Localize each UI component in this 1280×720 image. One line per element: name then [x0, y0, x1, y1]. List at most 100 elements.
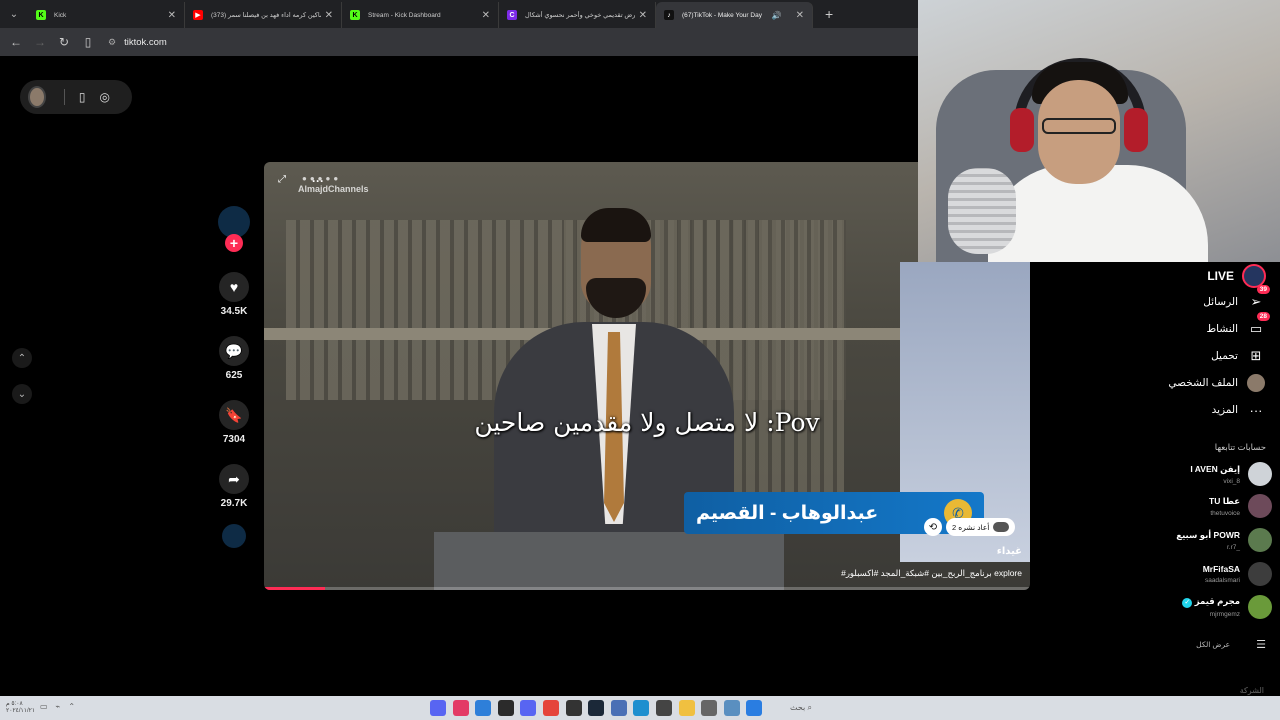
sidebar-item-profile[interactable]: الملف الشخصي: [1168, 373, 1266, 393]
video-author[interactable]: غيداء: [997, 546, 1022, 557]
video-player[interactable]: ⤢ ··· ●●●●● AlmajdChannels لا متصل ولا م…: [264, 162, 1030, 590]
canva-favicon-icon: C: [507, 10, 517, 20]
steam-icon[interactable]: [588, 700, 605, 716]
like-button[interactable]: ♥ 34.5K: [214, 272, 254, 317]
browser-tab-active[interactable]: ♪ (67)TikTok - Make Your Day 🔊 ✕: [656, 2, 813, 28]
comment-icon: 💬: [219, 336, 249, 366]
share-button[interactable]: ➦ 29.7K: [214, 464, 254, 509]
app-icon[interactable]: [430, 700, 446, 716]
followed-account[interactable]: I AVEN إيفن vixi_8: [1190, 462, 1272, 486]
taskbar-apps: [430, 700, 769, 716]
sidebar-item-upload[interactable]: تحميل ⊞: [1211, 346, 1266, 366]
forward-arrow-icon[interactable]: →: [28, 35, 52, 49]
search-icon: ⌕: [807, 703, 812, 712]
account-name: I AVEN إيفن: [1190, 463, 1240, 474]
lower-third-text: عبدالوهاب - القصيم: [696, 502, 879, 524]
app-icon[interactable]: [610, 700, 627, 716]
site-info-icon[interactable]: ⚙: [108, 37, 116, 48]
activity-label: النشاط: [1206, 323, 1238, 335]
sidebar-item-activity[interactable]: النشاط ▭ 28: [1206, 312, 1270, 339]
close-tab-icon[interactable]: ✕: [639, 10, 647, 21]
new-tab-button[interactable]: +: [825, 6, 833, 22]
close-tab-icon[interactable]: ✕: [482, 10, 490, 21]
folder-icon[interactable]: [678, 700, 695, 716]
windows-start-icon[interactable]: [746, 700, 763, 716]
video-caption-overlay: لا متصل ولا مقدمين صاحين :Pov: [474, 408, 820, 437]
close-tab-icon[interactable]: ✕: [796, 10, 804, 21]
hamburger-menu-icon[interactable]: ☰: [1256, 638, 1266, 651]
clock: ٥:٠٨ م ٢٠٢٤/١١/٢١: [6, 701, 35, 715]
side-panel-icon[interactable]: ▯: [76, 35, 100, 49]
divider: [64, 89, 65, 105]
edge-icon[interactable]: [633, 700, 650, 716]
browser-tab[interactable]: K Kick ✕: [28, 2, 185, 28]
reload-icon[interactable]: ↻: [52, 35, 76, 49]
clock-time: ٥:٠٨ م: [6, 701, 23, 707]
chevron-up-icon: ⌃: [17, 352, 27, 364]
following-section-title: حسابات تتابعها: [1214, 442, 1266, 452]
see-all-link[interactable]: عرض الكل: [1196, 640, 1230, 649]
tab-title: Kick: [54, 11, 67, 19]
sidebar-item-messages[interactable]: الرسائل ➢ 39: [1203, 285, 1270, 312]
account-avatar: [1248, 562, 1272, 586]
repost-indicator[interactable]: ⟲ 2 أعاد نشره: [924, 518, 1016, 536]
account-name: MrFifaSA: [1202, 564, 1240, 574]
app-icon[interactable]: [520, 700, 537, 716]
taskbar-search[interactable]: بحث ⌕: [790, 703, 812, 713]
app-icon[interactable]: [497, 700, 514, 716]
chevron-down-icon: ⌄: [17, 388, 27, 400]
tab-title: (67)TikTok - Make Your Day: [682, 11, 762, 19]
sidebar-item-more[interactable]: المزيد ···: [1212, 400, 1266, 420]
profile-label: الملف الشخصي: [1168, 377, 1238, 389]
podium: [434, 532, 784, 590]
followed-account[interactable]: TU عطا thetuvoice: [1209, 494, 1272, 518]
user-avatar[interactable]: [28, 86, 47, 108]
close-tab-icon[interactable]: ✕: [168, 10, 176, 21]
app-icon[interactable]: [723, 700, 740, 716]
tab-search-menu-icon[interactable]: ⌄: [0, 0, 28, 28]
system-tray-icons[interactable]: ▭⌁⌃: [40, 702, 83, 711]
ellipsis-icon: ···: [1249, 402, 1263, 418]
share-count: 29.7K: [220, 498, 248, 509]
next-video-button[interactable]: ⌄: [12, 384, 32, 404]
app-icon[interactable]: [655, 700, 672, 716]
bookmark-icon: 🔖: [219, 400, 249, 430]
device-icon[interactable]: ▯: [79, 90, 86, 104]
compass-icon[interactable]: ◎: [100, 90, 110, 104]
music-disc-icon[interactable]: [222, 524, 246, 548]
chrome-icon[interactable]: [542, 700, 559, 716]
followed-account[interactable]: ✓ مجرم قيمز mjrmgemz: [1180, 595, 1272, 619]
back-arrow-icon[interactable]: ←: [4, 35, 28, 49]
save-button[interactable]: 🔖 7304: [214, 400, 254, 445]
video-description[interactable]: #برنامج_الربح_بين #شبكة_المجد #اكسبلور e…: [841, 568, 1022, 579]
plus-square-icon: ⊞: [1250, 348, 1262, 363]
close-tab-icon[interactable]: ✕: [325, 10, 333, 21]
clock-date: ٢٠٢٤/١١/٢١: [6, 708, 36, 714]
app-icon[interactable]: [701, 700, 718, 716]
followed-account[interactable]: أبو سبيع POWR r.r7_: [1176, 528, 1272, 552]
kick-favicon-icon: K: [350, 10, 360, 20]
browser-tab[interactable]: K Stream - Kick Dashboard ✕: [342, 2, 499, 28]
app-icon[interactable]: [475, 700, 492, 716]
share-arrow-icon: ➦: [219, 464, 249, 494]
url-field[interactable]: ⚙ tiktok.com: [108, 37, 167, 48]
url-text: tiktok.com: [124, 36, 167, 48]
browser-tab[interactable]: C عرض تقديمي خوخي وأحمر نحسوي أشكال ✕: [499, 2, 656, 28]
top-controls: ▯ ◎: [20, 80, 132, 114]
expand-icon[interactable]: ⤢: [278, 174, 286, 185]
previous-video-button[interactable]: ⌃: [12, 348, 32, 368]
browser-tab[interactable]: ▶ (373) هكر ماكين كرمه اداء فهد بن فيصلن…: [185, 2, 342, 28]
account-handle: r.r7_: [1226, 543, 1240, 551]
speaker-icon[interactable]: 🔊: [772, 11, 782, 20]
sidebar-item-live[interactable]: LIVE: [1207, 264, 1266, 288]
app-icon[interactable]: [565, 700, 582, 716]
video-progress-bar[interactable]: [264, 587, 1030, 590]
sidebar-footer[interactable]: الشركة: [1240, 686, 1264, 695]
followed-account[interactable]: MrFifaSA saadalsmari: [1203, 562, 1272, 586]
account-handle: mjrmgemz: [1209, 611, 1240, 618]
follow-plus-icon[interactable]: +: [225, 234, 243, 252]
paper-plane-icon: ➢ 39: [1246, 285, 1270, 312]
comment-button[interactable]: 💬 625: [214, 336, 254, 381]
tiktok-favicon-icon: ♪: [664, 10, 674, 20]
app-icon[interactable]: [452, 700, 469, 716]
